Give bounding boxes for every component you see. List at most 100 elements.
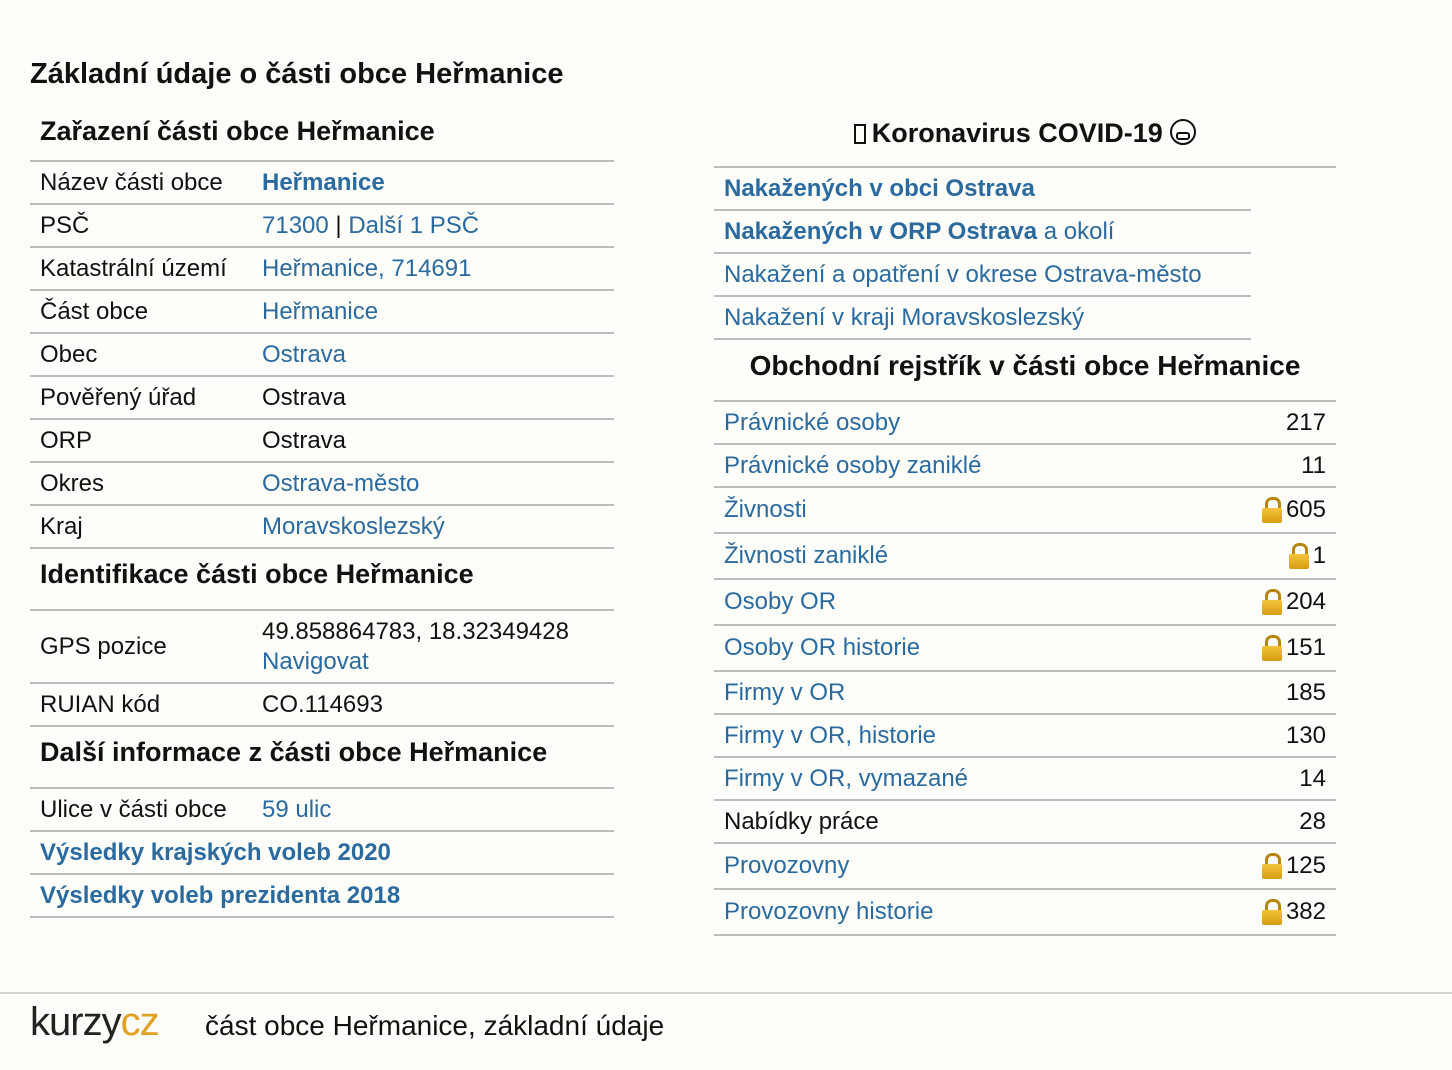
info-row-okres: Okres Ostrava-město [30, 463, 614, 506]
info-label: Ulice v části obce [40, 795, 227, 823]
rejstrik-count-cell: 382 [1261, 898, 1326, 926]
rejstrik-count: 11 [1301, 451, 1326, 479]
lock-icon[interactable] [1261, 589, 1282, 615]
rejstrik-count-cell: 605 [1261, 496, 1326, 524]
rejstrik-count: 217 [1285, 408, 1326, 436]
rejstrik-label[interactable]: Živnosti [724, 496, 807, 524]
footer-caption: část obce Heřmanice, základní údaje [205, 1010, 665, 1041]
rejstrik-count-cell: 130 [1286, 722, 1326, 750]
katastr-link[interactable]: Heřmanice, 714691 [262, 255, 614, 283]
ulice-link[interactable]: 59 ulic [262, 796, 614, 824]
zarazeni-heading: Zařazení části obce Heřmanice [30, 112, 614, 162]
info-row-obec: Obec Ostrava [30, 334, 614, 377]
info-label: RUIAN kód [40, 690, 161, 718]
gps-coordinates: 49.858864783, 18.32349428 [262, 617, 569, 645]
rejstrik-label[interactable]: Právnické osoby [724, 409, 900, 437]
info-row-ulice: Ulice v části obce 59 ulic [30, 789, 614, 832]
placeholder-glyph-icon [853, 124, 866, 144]
lock-icon[interactable] [1261, 899, 1282, 925]
face-mask-icon [1170, 119, 1197, 145]
rejstrik-label[interactable]: Provozovny historie [724, 898, 933, 926]
cast-obce-link[interactable]: Heřmanice [262, 298, 614, 326]
right-column: Koronavirus COVID-19 Nakažených v obci O… [714, 112, 1336, 936]
covid-row-kraj: Nakažení v kraji Moravskoslezský [714, 297, 1251, 340]
volby-prezident-link[interactable]: Výsledky voleb prezidenta 2018 [40, 882, 400, 910]
info-row-psc: PSČ 71300 | Další 1 PSČ [30, 205, 614, 248]
info-label: Název části obce [40, 168, 223, 196]
page-title: Základní údaje o části obce Heřmanice [30, 58, 564, 90]
lock-icon[interactable] [1288, 543, 1309, 569]
nazev-link[interactable]: Heřmanice [262, 169, 614, 197]
rejstrik-label[interactable]: Právnické osoby zaniklé [724, 452, 981, 480]
rejstrik-label[interactable]: Osoby OR [724, 588, 836, 616]
volby-kraj-link[interactable]: Výsledky krajských voleb 2020 [40, 839, 391, 867]
rejstrik-label[interactable]: Provozovny [724, 852, 849, 880]
rejstrik-label[interactable]: Firmy v OR, historie [724, 722, 936, 750]
psc-separator: | [328, 211, 349, 239]
navigovat-link[interactable]: Navigovat [262, 648, 369, 675]
lock-icon[interactable] [1261, 853, 1282, 879]
rejstrik-row: Firmy v OR, historie 130 [714, 715, 1336, 758]
covid-kraj-link[interactable]: Nakažení v kraji Moravskoslezský [724, 304, 1084, 332]
rejstrik-row: Provozovny historie 382 [714, 890, 1336, 936]
kraj-link[interactable]: Moravskoslezský [262, 513, 614, 541]
rejstrik-count-cell: 151 [1261, 634, 1326, 662]
info-row-volby-kraj: Výsledky krajských voleb 2020 [30, 832, 614, 875]
poverny-urad-value: Ostrava [262, 383, 347, 411]
rejstrik-label[interactable]: Firmy v OR [724, 679, 845, 707]
info-row-gps: GPS pozice 49.858864783, 18.32349428 Nav… [30, 611, 614, 684]
info-row-orp: ORP Ostrava [30, 420, 614, 463]
rejstrik-label: Nabídky práce [724, 807, 879, 835]
info-row-cast-obce: Část obce Heřmanice [30, 291, 614, 334]
info-label: PSČ [40, 211, 90, 239]
rejstrik-label[interactable]: Firmy v OR, vymazané [724, 765, 968, 793]
rejstrik-count: 185 [1285, 678, 1326, 706]
left-column: Zařazení části obce Heřmanice Název část… [30, 112, 614, 918]
rejstrik-count-cell: 11 [1301, 452, 1326, 480]
logo-kurzy: kurzy [30, 1000, 122, 1044]
rejstrik-row: Provozovny 125 [714, 844, 1336, 890]
covid-okres-link[interactable]: Nakažení a opatření v okrese Ostrava-měs… [724, 261, 1202, 289]
rejstrik-count-cell: 217 [1286, 409, 1326, 437]
dalsi-psc-link[interactable]: Další 1 PSČ [348, 212, 479, 239]
covid-row-okres: Nakažení a opatření v okrese Ostrava-měs… [714, 254, 1251, 297]
rejstrik-count: 151 [1285, 634, 1326, 661]
rejstrik-row: Osoby OR 204 [714, 580, 1336, 626]
rejstrik-count: 125 [1285, 852, 1326, 879]
okres-link[interactable]: Ostrava-město [262, 470, 614, 498]
covid-row-orp: Nakažených v ORP Ostrava a okolí [714, 211, 1251, 254]
covid-heading: Koronavirus COVID-19 [714, 112, 1336, 168]
rejstrik-row: Nabídky práce 28 [714, 801, 1336, 844]
rejstrik-count-cell: 125 [1261, 852, 1326, 880]
logo-cz: cz [120, 1000, 160, 1044]
rejstrik-label[interactable]: Osoby OR historie [724, 634, 920, 662]
lock-icon[interactable] [1261, 635, 1282, 661]
covid-orp-rest: a okolí [1037, 217, 1115, 245]
covid-obec-link[interactable]: Nakažených v obci Ostrava [724, 175, 1035, 203]
rejstrik-count-cell: 204 [1261, 588, 1326, 616]
rejstrik-count: 1 [1312, 542, 1326, 569]
identifikace-heading: Identifikace části obce Heřmanice [30, 549, 614, 611]
dalsi-heading: Další informace z části obce Heřmanice [30, 727, 614, 789]
rejstrik-row: Firmy v OR 185 [714, 672, 1336, 715]
rejstrik-count-cell: 28 [1299, 808, 1326, 836]
info-row-ruian: RUIAN kód CO.114693 [30, 684, 614, 727]
rejstrik-count: 382 [1285, 898, 1326, 925]
rejstrik-label[interactable]: Živnosti zaniklé [724, 542, 888, 570]
lock-icon[interactable] [1261, 497, 1282, 523]
rejstrik-count: 28 [1299, 807, 1326, 835]
info-label: Část obce [40, 297, 149, 325]
obec-link[interactable]: Ostrava [262, 341, 614, 369]
info-row-kraj: Kraj Moravskoslezský [30, 506, 614, 549]
rejstrik-count: 204 [1285, 588, 1326, 615]
rejstrik-count: 130 [1285, 721, 1326, 749]
ruian-value: CO.114693 [262, 690, 383, 718]
rejstrik-row: Osoby OR historie 151 [714, 626, 1336, 672]
kurzy-logo[interactable]: kurzycz [30, 1000, 160, 1045]
psc-link[interactable]: 71300 [262, 212, 329, 239]
info-label: Kraj [40, 512, 83, 540]
rejstrik-count-cell: 14 [1299, 765, 1326, 793]
info-label: Katastrální území [40, 254, 227, 282]
info-label: GPS pozice [40, 632, 167, 660]
covid-orp-link[interactable]: Nakažených v ORP Ostrava a okolí [724, 218, 1114, 246]
